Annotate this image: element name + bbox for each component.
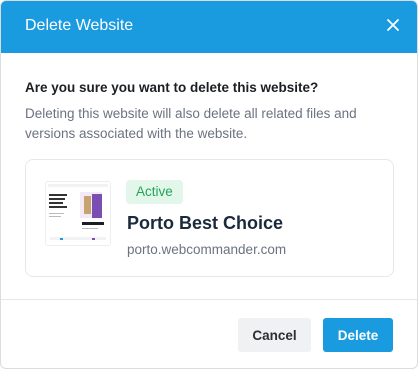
website-preview-image — [46, 182, 110, 245]
confirmation-description: Deleting this website will also delete a… — [25, 106, 357, 141]
website-thumbnail — [45, 181, 111, 246]
dialog-title: Delete Website — [25, 17, 134, 34]
dialog-header: Delete Website — [1, 1, 417, 53]
confirmation-question: Are you sure you want to delete this web… — [25, 80, 319, 95]
website-name: Porto Best Choice — [127, 213, 284, 233]
cancel-button[interactable]: Cancel — [238, 318, 311, 352]
delete-website-dialog: Delete Website Are you sure you want to … — [0, 0, 418, 369]
close-icon[interactable] — [385, 17, 401, 33]
delete-button[interactable]: Delete — [323, 318, 393, 352]
status-badge: Active — [126, 180, 183, 204]
website-url: porto.webcommander.com — [127, 242, 287, 257]
footer-divider — [1, 299, 417, 300]
website-card: Active Porto Best Choice porto.webcomman… — [25, 159, 394, 277]
